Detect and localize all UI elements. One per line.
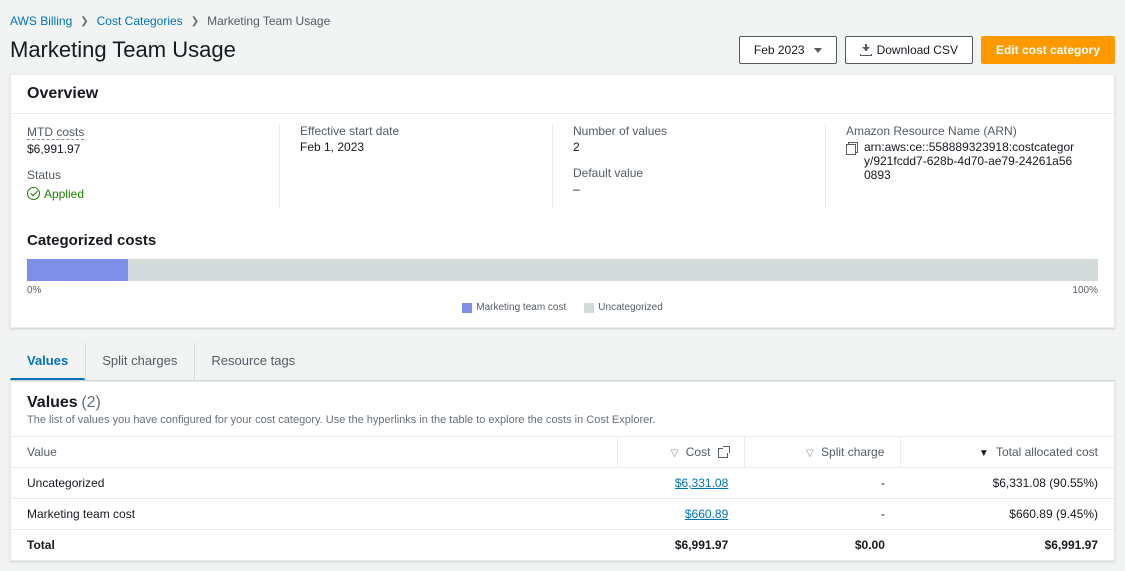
sort-icon: ▽ (806, 448, 814, 459)
legend-label-1: Marketing team cost (476, 302, 566, 313)
overview-grid: MTD costs $6,991.97 Status Applied Effec… (11, 113, 1114, 224)
bar-right-label: 100% (1072, 285, 1098, 296)
values-header: Values (2) The list of values you have c… (11, 382, 1114, 436)
col-header-value[interactable]: Value (11, 437, 618, 468)
col-header-split[interactable]: ▽ Split charge (744, 437, 901, 468)
cell-total: $6,331.08 (90.55%) (901, 468, 1114, 499)
table-total-row: Total $6,991.97 $0.00 $6,991.97 (11, 530, 1114, 561)
bar-left-label: 0% (27, 285, 41, 296)
period-dropdown[interactable]: Feb 2023 (739, 36, 837, 64)
mtd-costs-label: MTD costs (27, 125, 84, 140)
cell-split: - (744, 468, 901, 499)
cell-value-name: Uncategorized (11, 468, 618, 499)
overview-col-1: MTD costs $6,991.97 Status Applied (27, 124, 279, 208)
status-label: Status (27, 168, 259, 182)
download-csv-button[interactable]: Download CSV (845, 36, 973, 64)
col-split-label: Split charge (821, 445, 884, 459)
values-count: (2) (81, 394, 101, 411)
table-row: Uncategorized $6,331.08 - $6,331.08 (90.… (11, 468, 1114, 499)
table-row: Marketing team cost $660.89 - $660.89 (9… (11, 499, 1114, 530)
overview-title: Overview (11, 75, 1114, 113)
cell-split: - (744, 499, 901, 530)
values-panel: Values (2) The list of values you have c… (10, 381, 1115, 561)
default-value-label: Default value (573, 166, 805, 180)
tabs: Values Split charges Resource tags (10, 342, 1115, 381)
overview-col-4: Amazon Resource Name (ARN) arn:aws:ce::5… (825, 124, 1098, 208)
edit-label: Edit cost category (996, 43, 1100, 57)
col-total-label: Total allocated cost (996, 445, 1098, 459)
categorized-costs-title: Categorized costs (27, 232, 1098, 249)
legend-item-marketing: Marketing team cost (462, 302, 566, 313)
external-link-icon (718, 448, 728, 458)
cell-cost-link[interactable]: $6,331.08 (675, 476, 728, 490)
values-title: Values (27, 394, 78, 411)
total-total: $6,991.97 (901, 530, 1114, 561)
total-split: $0.00 (744, 530, 901, 561)
status-badge: Applied (27, 187, 84, 201)
tab-split-charges[interactable]: Split charges (85, 342, 194, 380)
breadcrumb-current: Marketing Team Usage (207, 14, 330, 28)
effective-date-value: Feb 1, 2023 (300, 140, 532, 154)
status-value: Applied (44, 187, 84, 201)
col-header-total[interactable]: ▼ Total allocated cost (901, 437, 1114, 468)
arn-label: Amazon Resource Name (ARN) (846, 124, 1078, 138)
header-actions: Feb 2023 Download CSV Edit cost category (739, 36, 1115, 64)
bar-axis-labels: 0% 100% (27, 285, 1098, 296)
breadcrumb-aws-billing[interactable]: AWS Billing (10, 14, 72, 28)
copy-icon[interactable] (846, 142, 858, 154)
mtd-costs-value: $6,991.97 (27, 142, 259, 156)
table-header-row: Value ▽ Cost ▽ Split charge ▼ Total allo… (11, 437, 1114, 468)
sort-icon: ▽ (671, 448, 679, 459)
page-header: Marketing Team Usage Feb 2023 Download C… (10, 36, 1115, 64)
num-values-label: Number of values (573, 124, 805, 138)
download-icon (860, 44, 872, 56)
cell-cost-link[interactable]: $660.89 (685, 507, 728, 521)
categorized-costs-section: Categorized costs 0% 100% Marketing team… (11, 224, 1114, 327)
period-label: Feb 2023 (754, 43, 805, 57)
breadcrumb: AWS Billing ❯ Cost Categories ❯ Marketin… (10, 10, 1115, 36)
num-values-value: 2 (573, 140, 805, 154)
overview-col-3: Number of values 2 Default value – (552, 124, 825, 208)
values-table: Value ▽ Cost ▽ Split charge ▼ Total allo… (11, 436, 1114, 560)
overview-panel: Overview MTD costs $6,991.97 Status Appl… (10, 74, 1115, 328)
download-label: Download CSV (877, 43, 958, 57)
total-label: Total (11, 530, 618, 561)
legend-label-2: Uncategorized (598, 302, 662, 313)
check-circle-icon (27, 187, 40, 200)
values-description: The list of values you have configured f… (27, 414, 1098, 426)
chevron-right-icon: ❯ (191, 16, 199, 27)
col-header-cost[interactable]: ▽ Cost (618, 437, 745, 468)
categorized-bar (27, 259, 1098, 281)
categorized-bar-fill (27, 259, 128, 281)
arn-value: arn:aws:ce::558889323918:costcategory/92… (864, 140, 1078, 182)
edit-cost-category-button[interactable]: Edit cost category (981, 36, 1115, 64)
default-value-value: – (573, 182, 805, 196)
chart-legend: Marketing team cost Uncategorized (27, 302, 1098, 313)
breadcrumb-cost-categories[interactable]: Cost Categories (97, 14, 183, 28)
chevron-down-icon (814, 48, 822, 53)
tab-values[interactable]: Values (10, 342, 85, 380)
sort-icon: ▼ (979, 448, 989, 459)
overview-col-2: Effective start date Feb 1, 2023 (279, 124, 552, 208)
col-cost-label: Cost (686, 445, 711, 459)
total-cost: $6,991.97 (618, 530, 745, 561)
page-title: Marketing Team Usage (10, 37, 236, 63)
chevron-right-icon: ❯ (80, 16, 88, 27)
swatch-grey-icon (584, 303, 594, 313)
legend-item-uncategorized: Uncategorized (584, 302, 662, 313)
cell-value-name: Marketing team cost (11, 499, 618, 530)
swatch-blue-icon (462, 303, 472, 313)
effective-date-label: Effective start date (300, 124, 532, 138)
tab-resource-tags[interactable]: Resource tags (194, 342, 312, 380)
cell-total: $660.89 (9.45%) (901, 499, 1114, 530)
